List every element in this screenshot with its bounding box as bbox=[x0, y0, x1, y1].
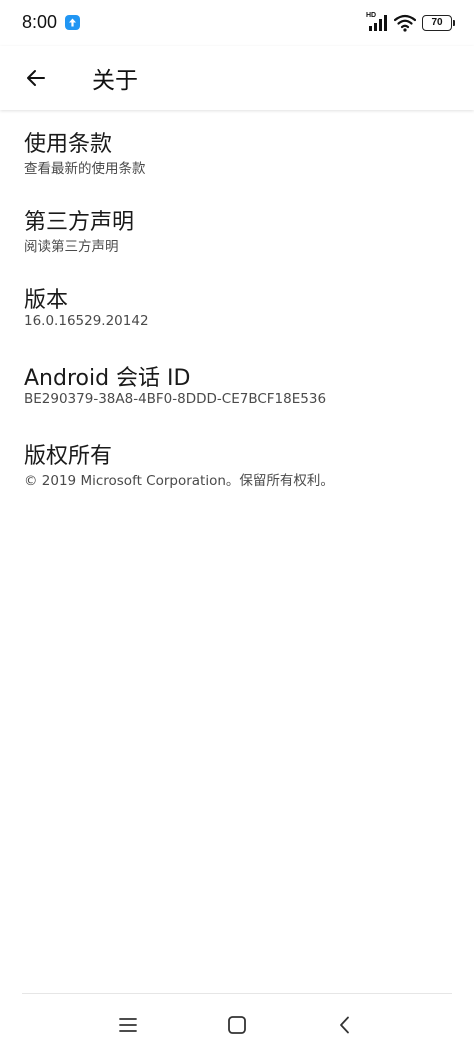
signal-icon: HD bbox=[366, 12, 388, 32]
menu-lines-icon bbox=[117, 1015, 139, 1035]
item-title: 使用条款 bbox=[24, 132, 113, 157]
item-title: Android 会话 ID bbox=[24, 366, 191, 391]
status-icons: HD 70 bbox=[366, 12, 455, 32]
item-subtitle: 查看最新的使用条款 bbox=[24, 161, 146, 177]
third-party-notices-item[interactable]: 第三方声明 阅读第三方声明 bbox=[0, 200, 474, 278]
version-number: 16.0.16529.20142 bbox=[24, 313, 149, 329]
system-nav-bar bbox=[0, 994, 474, 1053]
session-id-value: BE290379-38A8-4BF0-8DDD-CE7BCF18E536 bbox=[24, 391, 327, 407]
chevron-left-icon bbox=[335, 1015, 355, 1035]
status-time: 8:00 bbox=[22, 12, 58, 32]
about-screen: 8:00 HD 70 关于 使用条款 查看最新的使用条款 第三方声明 阅读第三方… bbox=[0, 0, 474, 1053]
app-bar: 关于 bbox=[0, 46, 474, 110]
item-title: 第三方声明 bbox=[24, 210, 135, 235]
square-home-icon bbox=[227, 1015, 247, 1035]
upload-notification-icon bbox=[65, 15, 80, 30]
battery-icon: 70 bbox=[422, 15, 455, 31]
nav-home-button[interactable] bbox=[222, 1010, 252, 1040]
version-item: 版本 16.0.16529.20142 bbox=[0, 278, 474, 356]
arrow-left-icon bbox=[24, 66, 48, 90]
back-button[interactable] bbox=[18, 60, 54, 96]
copyright-item: 版权所有 © 2019 Microsoft Corporation。保留所有权利… bbox=[0, 434, 474, 512]
status-bar: 8:00 HD 70 bbox=[0, 0, 474, 46]
copyright-text: © 2019 Microsoft Corporation。保留所有权利。 bbox=[24, 473, 334, 489]
wifi-icon bbox=[393, 14, 417, 32]
item-title: 版本 bbox=[24, 288, 69, 313]
item-title: 版权所有 bbox=[24, 444, 113, 469]
page-title: 关于 bbox=[92, 68, 138, 94]
terms-of-use-item[interactable]: 使用条款 查看最新的使用条款 bbox=[0, 122, 474, 200]
nav-back-button[interactable] bbox=[330, 1010, 360, 1040]
session-id-item: Android 会话 ID BE290379-38A8-4BF0-8DDD-CE… bbox=[0, 356, 474, 434]
about-list: 使用条款 查看最新的使用条款 第三方声明 阅读第三方声明 版本 16.0.165… bbox=[0, 122, 474, 512]
item-subtitle: 阅读第三方声明 bbox=[24, 239, 119, 255]
nav-menu-button[interactable] bbox=[113, 1010, 143, 1040]
